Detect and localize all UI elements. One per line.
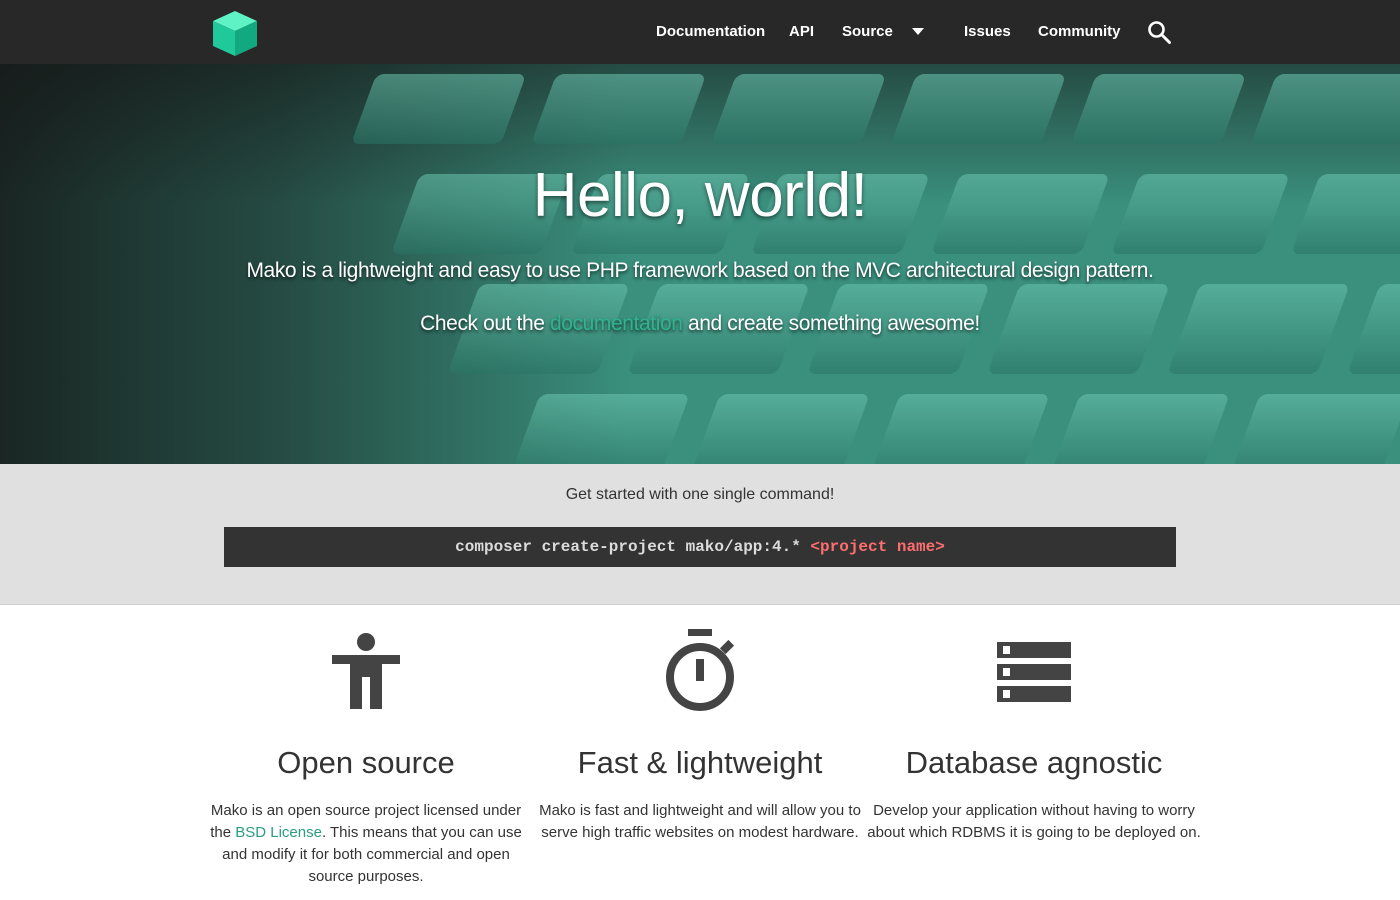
stopwatch-icon (666, 629, 735, 711)
search-icon[interactable] (1147, 20, 1171, 44)
nav-api[interactable]: API (789, 0, 814, 64)
get-started-section: Get started with one single command! com… (0, 464, 1400, 605)
feature-title: Open source (277, 745, 455, 780)
accessibility-person-icon (332, 633, 400, 709)
top-navbar: Documentation API Source Issues Communit… (0, 0, 1400, 64)
nav-source[interactable]: Source (842, 0, 893, 64)
feature-description: Develop your application without having … (867, 802, 1201, 841)
hero-cta: Check out the documentation and create s… (0, 312, 1400, 336)
feature-description: Mako is an open source project licensed … (199, 800, 533, 888)
hero-tagline: Mako is a lightweight and easy to use PH… (246, 259, 1154, 282)
hero-cta-prefix: Check out the (420, 312, 550, 335)
feature-title: Database agnostic (905, 745, 1163, 780)
command-text: composer create-project mako/app:4.* (455, 538, 811, 556)
nav-documentation[interactable]: Documentation (656, 0, 765, 64)
hero-cta-suffix: and create something awesome! (682, 312, 980, 335)
nav-issues[interactable]: Issues (964, 0, 1011, 64)
green-cube-icon[interactable] (211, 9, 259, 57)
caret-down-icon[interactable] (912, 28, 924, 36)
get-started-heading: Get started with one single command! (565, 486, 835, 503)
feature-title: Fast & lightweight (577, 745, 823, 780)
hero-banner: Hello, world! Mako is a lightweight and … (0, 64, 1400, 464)
install-command[interactable]: composer create-project mako/app:4.* <pr… (224, 527, 1176, 567)
database-storage-icon (997, 642, 1071, 702)
hero-title: Hello, world! (532, 161, 868, 230)
command-placeholder: <project name> (810, 538, 945, 556)
documentation-link[interactable]: documentation (550, 312, 683, 335)
feature-description: Mako is fast and lightweight and will al… (539, 802, 861, 841)
bsd-license-link[interactable]: BSD License (235, 824, 322, 841)
nav-community[interactable]: Community (1038, 0, 1121, 64)
